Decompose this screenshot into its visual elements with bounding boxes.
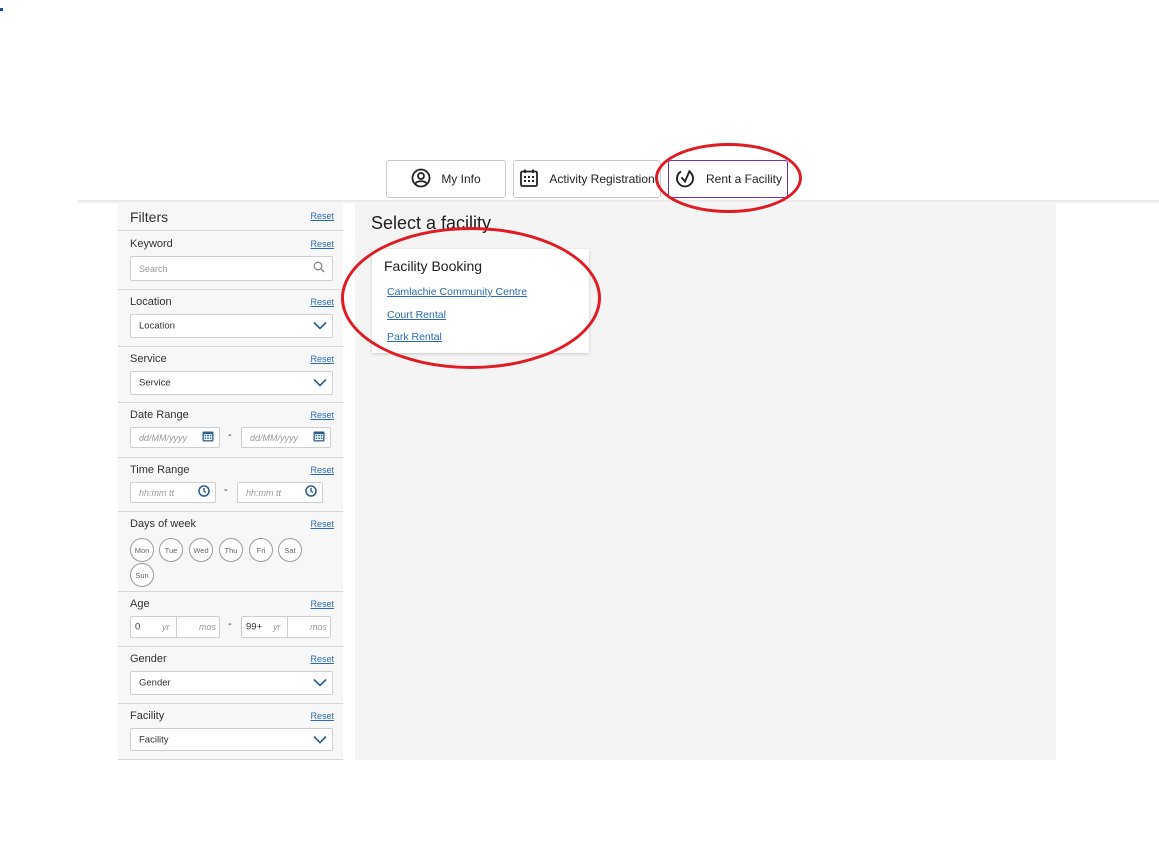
time-range-reset-link[interactable]: Reset: [310, 465, 334, 475]
date-range-separator: -: [228, 429, 232, 441]
search-input[interactable]: Search: [130, 256, 333, 281]
day-toggle-sat[interactable]: Sat: [278, 538, 302, 562]
gender-label: Gender: [130, 653, 167, 665]
chevron-down-icon: [313, 731, 327, 749]
date-range-label: Date Range: [130, 409, 189, 421]
location-value: Location: [139, 320, 175, 332]
time-from-placeholder: hh:mm tt: [139, 487, 175, 498]
tab-label: My Info: [441, 172, 481, 186]
location-section: Location Reset Location: [118, 290, 343, 347]
time-range-label: Time Range: [130, 464, 190, 476]
age-max-input[interactable]: 99+ yr mos: [241, 616, 331, 638]
tab-label: Rent a Facility: [705, 172, 783, 186]
facility-icon: [674, 167, 696, 192]
day-toggle-tue[interactable]: Tue: [159, 538, 183, 562]
gender-section: Gender Reset Gender: [118, 647, 343, 704]
service-label: Service: [130, 353, 167, 365]
facility-select[interactable]: Facility: [130, 728, 333, 751]
gender-reset-link[interactable]: Reset: [310, 654, 334, 664]
date-to-input[interactable]: dd/MM/yyyy: [241, 427, 331, 448]
location-label: Location: [130, 296, 172, 308]
reset-all-link[interactable]: Reset: [310, 211, 334, 221]
service-value: Service: [139, 377, 171, 389]
age-min-mos-placeholder: mos: [199, 622, 217, 632]
time-to-input[interactable]: hh:mm tt: [237, 482, 323, 503]
gender-value: Gender: [139, 677, 171, 689]
day-toggle-fri[interactable]: Fri: [249, 538, 273, 562]
days-of-week-section: Days of week Reset Mon Tue Wed Thu Fri S…: [118, 512, 343, 592]
age-section: Age Reset 0 yr mos - 99+ yr mos: [118, 592, 343, 647]
day-toggle-thu[interactable]: Thu: [219, 538, 243, 562]
day-toggle-wed[interactable]: Wed: [189, 538, 213, 562]
location-select[interactable]: Location: [130, 314, 333, 338]
search-icon: [313, 260, 325, 278]
link-park-rental[interactable]: Park Rental: [387, 331, 442, 343]
keyword-label: Keyword: [130, 238, 173, 250]
days-of-week-reset-link[interactable]: Reset: [310, 519, 334, 529]
tab-rent-a-facility[interactable]: Rent a Facility: [668, 160, 788, 198]
tab-label: Activity Registration: [549, 172, 655, 186]
field-divider: [287, 617, 288, 637]
date-range-section: Date Range Reset dd/MM/yyyy - dd/MM/yyyy: [118, 403, 343, 458]
corner-marker: [0, 8, 3, 11]
time-range-section: Time Range Reset hh:mm tt - hh:mm tt: [118, 458, 343, 512]
days-of-week-label: Days of week: [130, 518, 197, 530]
location-reset-link[interactable]: Reset: [310, 297, 334, 307]
facility-label: Facility: [130, 710, 165, 722]
user-circle-icon: [411, 168, 431, 191]
calendar-icon: [519, 168, 539, 191]
search-placeholder: Search: [139, 263, 168, 274]
age-max-mos-placeholder: mos: [310, 622, 328, 632]
day-toggle-sun[interactable]: Sun: [130, 563, 154, 587]
page-title: Select a facility: [371, 213, 492, 233]
age-reset-link[interactable]: Reset: [310, 599, 334, 609]
facility-value: Facility: [139, 734, 169, 745]
keyword-reset-link[interactable]: Reset: [310, 239, 334, 249]
keyword-section: Keyword Reset Search: [118, 231, 343, 290]
calendar-icon[interactable]: [313, 429, 325, 447]
field-divider: [176, 617, 177, 637]
filters-sidebar: Filters Reset Keyword Reset Search Locat…: [118, 204, 343, 760]
service-select[interactable]: Service: [130, 371, 333, 395]
age-min-yr-placeholder: yr: [162, 622, 170, 632]
age-min-input[interactable]: 0 yr mos: [130, 616, 220, 638]
date-from-placeholder: dd/MM/yyyy: [139, 432, 188, 443]
facility-reset-link[interactable]: Reset: [310, 711, 334, 721]
chevron-down-icon: [313, 317, 327, 335]
gender-select[interactable]: Gender: [130, 671, 333, 695]
service-section: Service Reset Service: [118, 347, 343, 403]
date-to-placeholder: dd/MM/yyyy: [250, 432, 299, 443]
filters-header: Filters Reset: [118, 204, 343, 231]
clock-icon[interactable]: [198, 484, 210, 502]
facility-section: Facility Reset Facility: [118, 704, 343, 760]
clock-icon[interactable]: [305, 484, 317, 502]
age-max-years: 99+: [246, 621, 263, 633]
time-range-separator: -: [224, 484, 228, 496]
time-from-input[interactable]: hh:mm tt: [130, 482, 216, 503]
age-min-years: 0: [135, 621, 141, 633]
main-content: Select a facility Facility Booking Camla…: [355, 204, 1056, 760]
chevron-down-icon: [313, 374, 327, 392]
link-court-rental[interactable]: Court Rental: [387, 309, 446, 321]
filters-title: Filters: [130, 209, 169, 225]
day-toggle-mon[interactable]: Mon: [130, 538, 154, 562]
link-camlachie-community-centre[interactable]: Camlachie Community Centre: [387, 286, 527, 298]
calendar-icon[interactable]: [202, 429, 214, 447]
chevron-down-icon: [313, 674, 327, 692]
date-from-input[interactable]: dd/MM/yyyy: [130, 427, 220, 448]
date-range-reset-link[interactable]: Reset: [310, 410, 334, 420]
age-max-yr-placeholder: yr: [273, 622, 281, 632]
facility-booking-card: Facility Booking Camlachie Community Cen…: [372, 249, 589, 353]
service-reset-link[interactable]: Reset: [310, 354, 334, 364]
tab-my-info[interactable]: My Info: [386, 160, 506, 198]
card-title: Facility Booking: [384, 258, 483, 274]
time-to-placeholder: hh:mm tt: [246, 487, 282, 498]
tab-activity-registration[interactable]: Activity Registration: [513, 160, 661, 198]
age-separator: -: [228, 618, 232, 630]
age-label: Age: [130, 598, 150, 610]
